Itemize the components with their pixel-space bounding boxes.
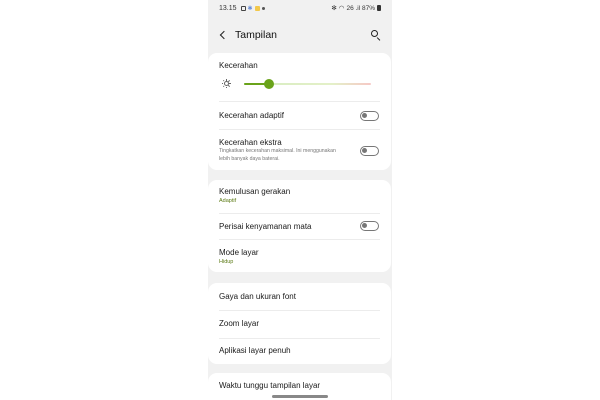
- brightness-row: Kecerahan: [208, 53, 391, 99]
- notification-icons: ✱: [240, 5, 265, 12]
- setting-row-motion-smoothness[interactable]: Kemulusan gerakan Adaptif: [208, 180, 391, 212]
- adaptive-brightness-toggle[interactable]: [360, 111, 379, 121]
- setting-sub: Hidup: [219, 259, 234, 265]
- font-card: Gaya dan ukuran font Zoom layar Aplikasi…: [208, 283, 391, 364]
- brightness-card: Kecerahan Kecerahan adaptif Kecerahan ek…: [208, 53, 391, 170]
- setting-label: Zoom layar: [219, 319, 260, 328]
- bluetooth-icon: ✻: [331, 5, 337, 12]
- phone-screen: 13.15 ✱ ✻ ◠ 26 .il 87% Tampilan Keceraha…: [208, 0, 392, 400]
- setting-row-screen-zoom[interactable]: Zoom layar: [208, 311, 391, 337]
- motion-card: Kemulusan gerakan Adaptif Perisai kenyam…: [208, 180, 391, 272]
- search-handle: [376, 37, 381, 42]
- brightness-label: Kecerahan: [219, 61, 258, 70]
- slider-knob[interactable]: [264, 79, 274, 89]
- status-right-text: 26 .il 87%: [346, 4, 375, 12]
- setting-label: Kecerahan adaptif: [219, 111, 284, 120]
- setting-row-fullscreen-apps[interactable]: Aplikasi layar penuh: [208, 339, 391, 364]
- home-indicator: [272, 395, 328, 398]
- setting-label: Mode layar: [219, 248, 259, 257]
- setting-row-extra-brightness[interactable]: Kecerahan ekstra Tingkatkan kecerahan ma…: [208, 130, 391, 170]
- status-right: ✻ ◠ 26 .il 87%: [331, 4, 381, 12]
- page-title: Tampilan: [235, 29, 278, 41]
- wifi-icon: ◠: [338, 5, 345, 12]
- status-time: 13.15: [219, 4, 237, 12]
- more-notifications-icon: [261, 6, 265, 10]
- setting-row-eye-comfort[interactable]: Perisai kenyamanan mata: [208, 214, 391, 238]
- setting-label: Gaya dan ukuran font: [219, 292, 296, 301]
- app-notification-icon: [254, 5, 260, 11]
- setting-label: Perisai kenyamanan mata: [219, 222, 312, 231]
- setting-label: Aplikasi layar penuh: [219, 346, 291, 355]
- battery-icon: [377, 5, 381, 11]
- back-arrow-icon[interactable]: [218, 28, 230, 42]
- eye-comfort-toggle[interactable]: [360, 221, 379, 231]
- extra-brightness-toggle[interactable]: [360, 146, 379, 156]
- sun-icon: [222, 79, 231, 88]
- setting-label: Kecerahan ekstra: [219, 138, 282, 147]
- setting-row-adaptive-brightness[interactable]: Kecerahan adaptif: [208, 102, 391, 128]
- setting-row-screen-mode[interactable]: Mode layar Hidup: [208, 240, 391, 272]
- setting-row-font-style[interactable]: Gaya dan ukuran font: [208, 283, 391, 309]
- bluetooth-notification-icon: ✱: [247, 5, 253, 12]
- brightness-slider[interactable]: [244, 79, 371, 89]
- status-bar: 13.15 ✱ ✻ ◠ 26 .il 87%: [208, 0, 392, 16]
- setting-label: Waktu tunggu tampilan layar: [219, 381, 321, 390]
- setting-description: Tingkatkan kecerahan maksimal. Ini mengg…: [219, 148, 336, 162]
- search-icon[interactable]: [370, 29, 382, 42]
- setting-sub: Adaptif: [219, 198, 237, 204]
- gallery-notification-icon: [240, 5, 246, 11]
- app-header: Tampilan: [208, 24, 392, 46]
- setting-label: Kemulusan gerakan: [219, 187, 291, 196]
